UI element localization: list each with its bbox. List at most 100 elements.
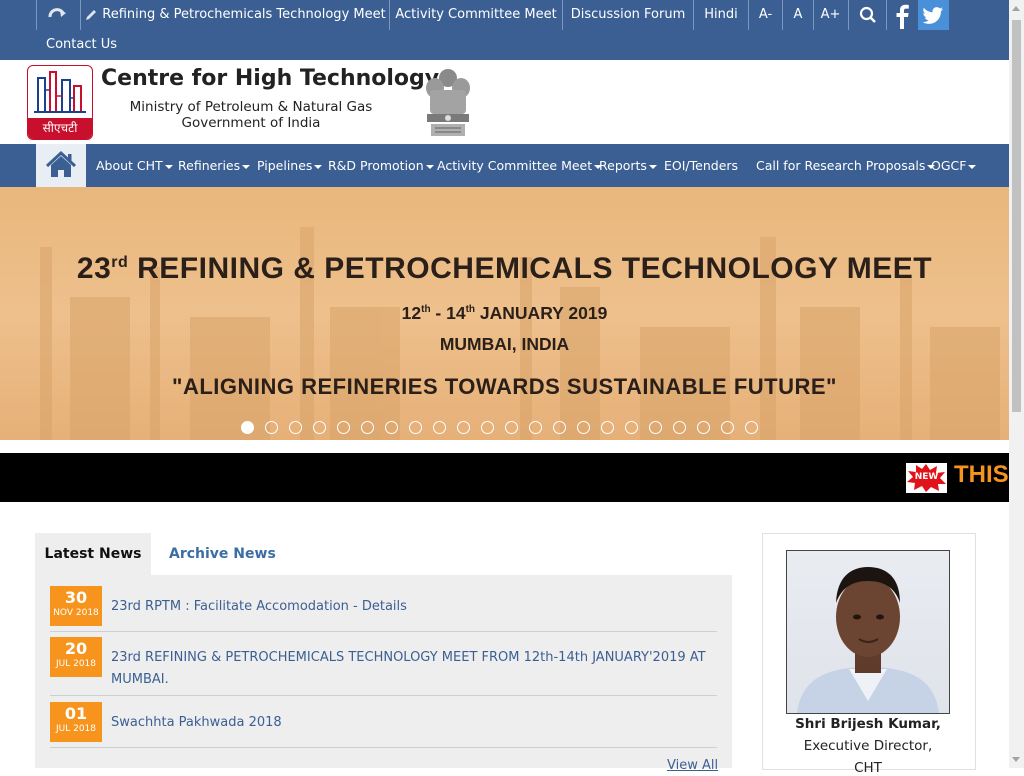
slider-dot[interactable]	[649, 421, 662, 434]
slider-dot[interactable]	[457, 421, 470, 434]
banner-date-rest: JANUARY 2019	[475, 303, 608, 323]
refining-meet-label: Refining & Petrochemicals Technology Mee…	[102, 7, 386, 22]
portrait-image	[797, 567, 939, 713]
nav-rd-promotion-label: R&D Promotion	[328, 158, 424, 173]
slider-dot[interactable]	[625, 421, 638, 434]
tab-archive-news[interactable]: Archive News	[169, 533, 276, 575]
slider-dot[interactable]	[697, 421, 710, 434]
refresh-icon	[48, 7, 66, 17]
pencil-icon	[86, 9, 97, 20]
tab-latest-news[interactable]: Latest News	[35, 533, 151, 575]
page-scrollbar[interactable]	[1009, 0, 1024, 768]
home-button[interactable]	[36, 144, 86, 187]
nav-eoi-tenders-label: EOI/Tenders	[664, 158, 739, 173]
nav-ogcf[interactable]: OGCF	[931, 144, 977, 187]
nav-rd-promotion[interactable]: R&D Promotion	[328, 144, 434, 187]
refinery-logo-icon	[34, 71, 86, 113]
news-day: 20	[64, 639, 88, 658]
activity-committee-link[interactable]: Activity Committee Meet	[390, 0, 562, 30]
cht-logo[interactable]: सीएचटी	[27, 65, 93, 140]
news-item: 30 NOV 2018 23rd RPTM : Facilitate Accom…	[50, 586, 717, 632]
slider-dot[interactable]	[313, 421, 326, 434]
emblem-icon	[426, 69, 470, 136]
slider-dot[interactable]	[409, 421, 422, 434]
caret-down-icon	[425, 164, 434, 169]
font-normal-button[interactable]: A	[783, 0, 813, 30]
slider-dot[interactable]	[529, 421, 542, 434]
slider-dot[interactable]	[721, 421, 734, 434]
slider-dot[interactable]	[481, 421, 494, 434]
hindi-link[interactable]: Hindi	[694, 0, 748, 30]
nav-ogcf-label: OGCF	[931, 158, 967, 173]
news-link[interactable]: 23rd REFINING & PETROCHEMICALS TECHNOLOG…	[111, 647, 711, 691]
slider-dot[interactable]	[241, 421, 254, 434]
facebook-button[interactable]	[886, 0, 917, 30]
search-button[interactable]	[849, 0, 886, 30]
home-icon	[45, 150, 77, 177]
slider-dot[interactable]	[265, 421, 278, 434]
refining-meet-link[interactable]: Refining & Petrochemicals Technology Mee…	[81, 0, 389, 30]
ticker-text[interactable]: THIS	[954, 461, 1009, 489]
banner-date: 12th - 14th JANUARY 2019	[0, 303, 1009, 324]
scrollbar-thumb[interactable]	[1012, 20, 1021, 412]
logo-text: सीएचटी	[28, 118, 92, 139]
nav-call-research[interactable]: Call for Research Proposals	[756, 144, 936, 187]
banner-ordinal: 23	[76, 252, 112, 285]
nav-activity-committee-label: Activity Committee Meet	[437, 158, 593, 173]
news-ticker: NEW THIS	[0, 453, 1009, 502]
refresh-button[interactable]	[37, 0, 79, 30]
nav-reports-label: Reports	[599, 158, 647, 173]
main-navigation: About CHT Refineries Pipelines R&D Promo…	[0, 144, 1009, 187]
slider-dot[interactable]	[577, 421, 590, 434]
slider-dot[interactable]	[337, 421, 350, 434]
slider-dot[interactable]	[505, 421, 518, 434]
caret-down-icon	[968, 164, 977, 169]
slider-dot[interactable]	[673, 421, 686, 434]
twitter-button[interactable]	[918, 0, 949, 30]
site-title: Centre for High Technology	[101, 66, 440, 91]
news-month: JUL 2018	[55, 659, 97, 669]
scroll-up-arrow-icon[interactable]	[1012, 6, 1020, 11]
banner-location: MUMBAI, INDIA	[439, 334, 570, 354]
news-day: 01	[64, 704, 88, 723]
slider-dot[interactable]	[601, 421, 614, 434]
facebook-icon	[896, 4, 909, 30]
caret-down-icon	[164, 164, 173, 169]
news-item: 20 JUL 2018 23rd REFINING & PETROCHEMICA…	[50, 637, 717, 696]
scroll-down-arrow-icon[interactable]	[1012, 757, 1020, 762]
nav-activity-committee[interactable]: Activity Committee Meet	[437, 144, 603, 187]
new-badge: NEW	[906, 463, 947, 493]
nav-pipelines-label: Pipelines	[257, 158, 313, 173]
slider-dot[interactable]	[385, 421, 398, 434]
new-badge-label: NEW	[914, 472, 939, 482]
nav-refineries-label: Refineries	[178, 158, 241, 173]
slider-dot[interactable]	[361, 421, 374, 434]
contact-us-link[interactable]: Contact Us	[46, 30, 117, 60]
banner-date-start-suffix: th	[421, 304, 431, 316]
view-all-link[interactable]: View All	[667, 758, 718, 773]
discussion-forum-link[interactable]: Discussion Forum	[563, 0, 693, 30]
banner-tagline: "ALIGNING REFINERIES TOWARDS SUSTAINABLE…	[172, 374, 837, 399]
ministry-name: Ministry of Petroleum & Natural Gas	[129, 99, 373, 115]
nav-reports[interactable]: Reports	[599, 144, 657, 187]
slider-dot[interactable]	[433, 421, 446, 434]
twitter-icon	[922, 7, 943, 24]
banner-date-mid: - 14	[430, 303, 466, 323]
profile-organisation: CHT	[854, 760, 882, 776]
banner-date-end-suffix: th	[465, 304, 476, 316]
nav-refineries[interactable]: Refineries	[178, 144, 251, 187]
slider-dot[interactable]	[289, 421, 302, 434]
slider-dot[interactable]	[553, 421, 566, 434]
news-month: JUL 2018	[55, 724, 97, 734]
national-emblem	[421, 64, 475, 139]
news-link[interactable]: 23rd RPTM : Facilitate Accomodation - De…	[111, 596, 407, 618]
nav-eoi-tenders[interactable]: EOI/Tenders	[664, 144, 738, 187]
search-icon	[859, 6, 876, 23]
nav-about-cht[interactable]: About CHT	[96, 144, 173, 187]
nav-pipelines[interactable]: Pipelines	[257, 144, 323, 187]
font-decrease-button[interactable]: A-	[749, 0, 782, 30]
banner-title: 23rd REFINING & PETROCHEMICALS TECHNOLOG…	[0, 252, 1009, 286]
news-link[interactable]: Swachhta Pakhwada 2018	[111, 712, 282, 734]
slider-dot[interactable]	[745, 421, 758, 434]
font-increase-button[interactable]: A+	[814, 0, 847, 30]
